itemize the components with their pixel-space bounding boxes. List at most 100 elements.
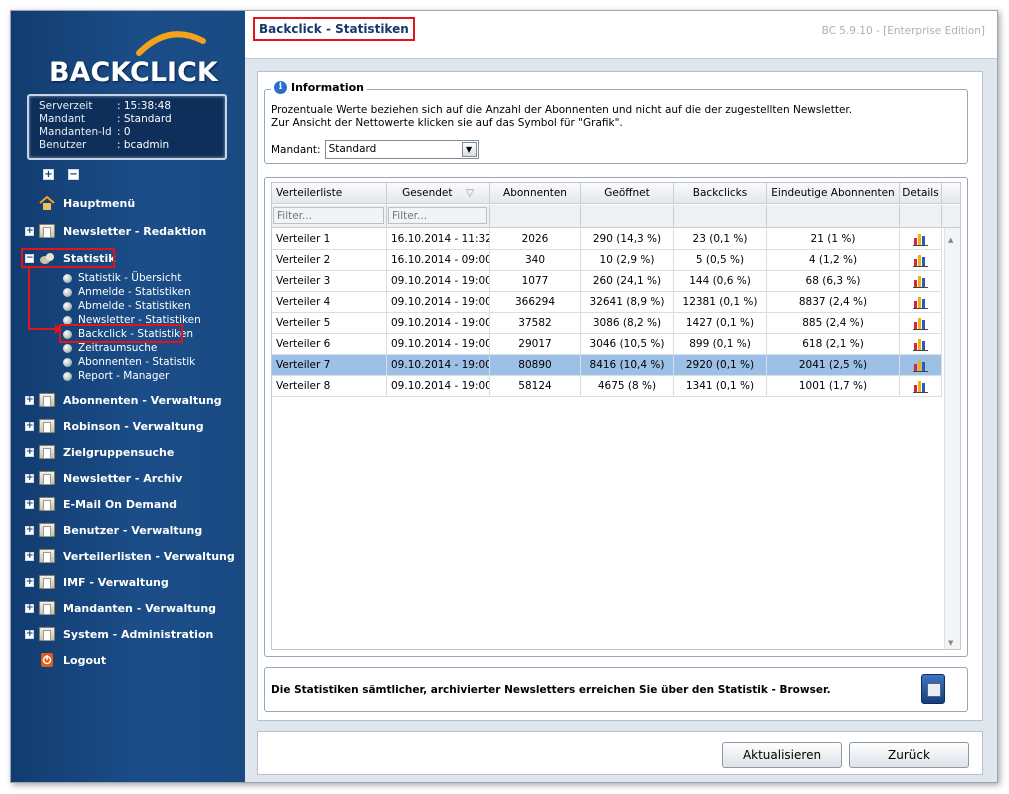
column-header-label: Geöffnet — [604, 187, 650, 199]
nav-label: Logout — [63, 653, 107, 667]
table-cell: 2026 — [490, 229, 581, 250]
table-cell: 260 (24,1 %) — [581, 271, 674, 292]
nav-item-hauptmenu[interactable]: Hauptmenü — [25, 194, 135, 212]
table-cell: 4 (1,2 %) — [767, 250, 900, 271]
bar-chart-icon[interactable] — [913, 338, 928, 351]
column-header[interactable]: Verteilerliste — [272, 183, 387, 204]
expand-icon[interactable]: + — [25, 499, 34, 509]
sort-icon[interactable]: ▽ — [466, 187, 474, 199]
nav-subitem[interactable]: Zeitraumsuche — [63, 341, 157, 355]
expand-icon[interactable]: + — [25, 395, 34, 405]
mandant-select[interactable]: Standard ▼ — [324, 140, 479, 159]
table-cell: 290 (14,3 %) — [581, 229, 674, 250]
scroll-up-icon[interactable]: ▲ — [948, 236, 953, 244]
server-info-label: Benutzer — [39, 139, 87, 151]
table-row[interactable]: Verteiler 6 09.10.2014 - 19:00 29017 3046 (… — [272, 334, 942, 355]
bullet-icon — [63, 371, 72, 381]
chevron-down-icon[interactable]: ▼ — [461, 142, 477, 157]
table-cell: 5 (0,5 %) — [674, 250, 767, 271]
expand-icon[interactable]: + — [25, 421, 34, 431]
expand-all-button[interactable]: + — [43, 169, 54, 180]
table-row[interactable]: Verteiler 3 09.10.2014 - 19:00 1077 260 (24… — [272, 271, 942, 292]
info-line-2: Zur Ansicht der Nettowerte klicken sie a… — [271, 117, 623, 129]
nav-item-group[interactable]: + IMF - Verwaltung — [25, 573, 169, 591]
nav-item-group[interactable]: + Zielgruppensuche — [25, 443, 174, 461]
nav-item-logout[interactable]: Logout — [25, 651, 106, 669]
expand-icon[interactable]: + — [25, 629, 34, 639]
table-cell: 618 (2,1 %) — [767, 334, 900, 355]
column-header[interactable]: Backclicks — [674, 183, 767, 204]
expand-icon[interactable]: + — [25, 577, 34, 587]
folder-icon — [39, 601, 55, 615]
column-header[interactable]: Eindeutige Abonnenten — [767, 183, 900, 204]
scroll-down-icon[interactable]: ▼ — [948, 639, 953, 647]
folder-icon — [39, 393, 55, 407]
bar-chart-icon[interactable] — [913, 380, 928, 393]
table-cell: Verteiler 7 — [272, 355, 387, 376]
nav-label: Zielgruppensuche — [63, 445, 175, 459]
nav-item-group[interactable]: + Newsletter - Archiv — [25, 469, 182, 487]
vertical-scrollbar[interactable]: ▲ ▼ — [944, 228, 960, 649]
table-cell: 1427 (0,1 %) — [674, 313, 767, 334]
filter-input[interactable] — [388, 207, 487, 224]
nav-item-group[interactable]: + Benutzer - Verwaltung — [25, 521, 202, 539]
table-cell: 16.10.2014 - 11:32 — [387, 229, 490, 250]
column-header[interactable]: Gesendet ▽ — [387, 183, 490, 204]
nav-item-group[interactable]: + Abonnenten - Verwaltung — [25, 391, 222, 409]
collapse-all-button[interactable]: − — [68, 169, 79, 180]
filter-cell — [581, 205, 674, 228]
table-row[interactable]: Verteiler 1 16.10.2014 - 11:32 2026 290 (14… — [272, 229, 942, 250]
expand-icon[interactable]: + — [25, 473, 34, 483]
table-row[interactable]: Verteiler 2 16.10.2014 - 09:00 340 10 (2,9 … — [272, 250, 942, 271]
nav-item-group[interactable]: + Robinson - Verwaltung — [25, 417, 204, 435]
nav-item-group[interactable]: + System - Administration — [25, 625, 213, 643]
expand-icon[interactable]: + — [25, 551, 34, 561]
nav-item-group[interactable]: + E-Mail On Demand — [25, 495, 177, 513]
refresh-button[interactable]: Aktualisieren — [722, 742, 842, 768]
expand-icon[interactable]: + — [25, 226, 34, 236]
server-info-label: Serverzeit — [39, 100, 93, 112]
bar-chart-icon[interactable] — [913, 359, 928, 372]
bar-chart-icon[interactable] — [913, 275, 928, 288]
column-header[interactable]: Details — [900, 183, 942, 204]
back-button[interactable]: Zurück — [849, 742, 969, 768]
nav-label: Newsletter - Redaktion — [63, 224, 207, 238]
column-header-label: Details — [902, 187, 939, 199]
server-info-value: : 15:38:48 — [117, 100, 172, 112]
nav-subitem[interactable]: Abonnenten - Statistik — [63, 355, 195, 369]
nav-item-newsletter-redaktion[interactable]: + Newsletter - Redaktion — [25, 222, 206, 240]
column-header[interactable]: Geöffnet — [581, 183, 674, 204]
nav-subitem[interactable]: Report - Manager — [63, 369, 169, 383]
column-header[interactable]: Abonnenten — [490, 183, 581, 204]
expand-icon[interactable]: + — [25, 525, 34, 535]
bar-chart-icon[interactable] — [913, 317, 928, 330]
table-cell: Verteiler 2 — [272, 250, 387, 271]
table-row[interactable]: Verteiler 4 09.10.2014 - 19:00 366294 32641… — [272, 292, 942, 313]
statistics-browser-icon[interactable] — [921, 674, 945, 704]
nav-subitem[interactable]: Abmelde - Statistiken — [63, 299, 191, 313]
server-info-row: Mandant: Standard — [39, 113, 225, 126]
column-header-label: Eindeutige Abonnenten — [771, 187, 895, 199]
folder-icon — [39, 575, 55, 589]
table-cell: 2041 (2,5 %) — [767, 355, 900, 376]
bar-chart-icon[interactable] — [913, 296, 928, 309]
info-text: Prozentuale Werte beziehen sich auf die … — [271, 104, 852, 130]
table-row[interactable]: Verteiler 7 09.10.2014 - 19:00 80890 8416 (… — [272, 355, 942, 376]
expand-icon[interactable]: + — [25, 603, 34, 613]
table-row[interactable]: Verteiler 5 09.10.2014 - 19:00 37582 3086 (… — [272, 313, 942, 334]
column-header-label: Gesendet — [402, 187, 453, 199]
nav-item-group[interactable]: + Mandanten - Verwaltung — [25, 599, 216, 617]
nav-subitem[interactable]: Statistik - Übersicht — [63, 271, 181, 285]
nav-item-group[interactable]: + Verteilerlisten - Verwaltung — [25, 547, 235, 565]
table-row[interactable]: Verteiler 8 09.10.2014 - 19:00 58124 4675 (… — [272, 376, 942, 397]
bar-chart-icon[interactable] — [913, 233, 928, 246]
logo-text: BACKCLICK — [49, 57, 218, 88]
expand-icon[interactable]: + — [25, 447, 34, 457]
table-cell: Verteiler 1 — [272, 229, 387, 250]
table-cell: 12381 (0,1 %) — [674, 292, 767, 313]
bar-chart-icon[interactable] — [913, 254, 928, 267]
expand-icon — [25, 656, 34, 665]
logout-icon — [39, 653, 55, 667]
filter-input[interactable] — [273, 207, 384, 224]
nav-subitem[interactable]: Anmelde - Statistiken — [63, 285, 191, 299]
